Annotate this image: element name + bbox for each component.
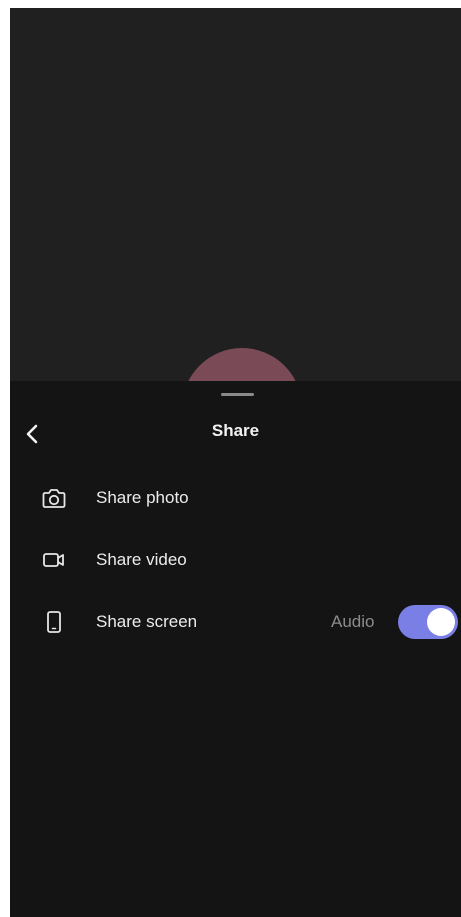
drag-handle[interactable] xyxy=(221,393,254,396)
share-sheet: Share Share photo Share video Share scre… xyxy=(10,381,461,917)
audio-toggle[interactable] xyxy=(398,605,458,639)
phone-screen-icon xyxy=(41,609,67,635)
share-photo-label: Share photo xyxy=(96,488,189,507)
sheet-title: Share xyxy=(211,421,260,440)
toggle-knob xyxy=(427,608,455,636)
share-video-label: Share video xyxy=(96,550,187,569)
call-screen: Share Share photo Share video Share scre… xyxy=(10,8,461,917)
share-photo-option[interactable]: Share photo xyxy=(10,474,461,522)
camera-icon xyxy=(41,485,67,511)
video-area xyxy=(10,8,461,381)
chevron-left-icon xyxy=(26,424,38,444)
share-screen-label: Share screen xyxy=(96,612,198,631)
audio-label: Audio xyxy=(331,612,375,631)
back-button[interactable] xyxy=(18,417,46,451)
video-camera-icon xyxy=(41,547,67,573)
share-screen-option[interactable]: Share screen Audio xyxy=(10,598,461,646)
share-video-option[interactable]: Share video xyxy=(10,536,461,584)
